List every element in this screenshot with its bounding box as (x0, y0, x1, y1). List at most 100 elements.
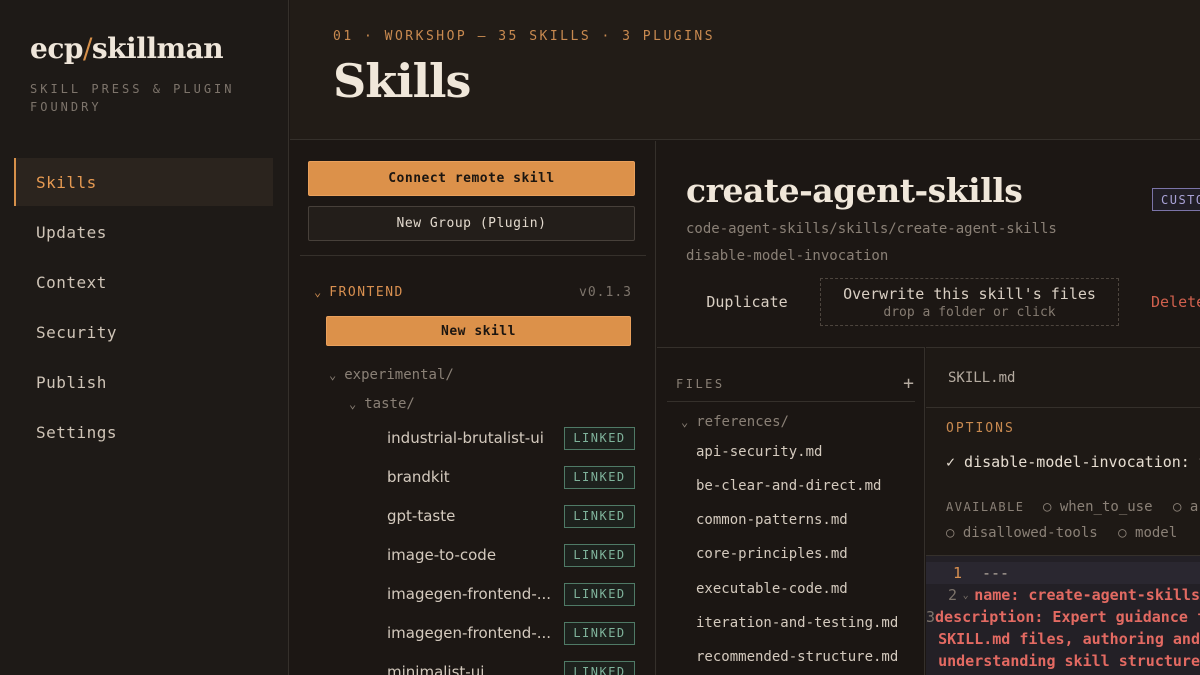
skill-row[interactable]: gpt-taste LINKED (387, 504, 635, 528)
skill-detail-panel: create-agent-skills CUSTOM code-agent-sk… (657, 141, 1200, 675)
skill-row[interactable]: industrial-brutalist-ui LINKED (387, 426, 635, 450)
skill-name: brandkit (387, 468, 450, 486)
skill-name: image-to-code (387, 546, 497, 564)
folder-experimental[interactable]: ⌄ experimental/ (329, 367, 454, 383)
custom-badge: CUSTOM (1152, 188, 1200, 211)
skill-row[interactable]: minimalist-ui LINKED (387, 660, 635, 675)
skill-row[interactable]: brandkit LINKED (387, 465, 635, 489)
code-text: description: Expert guidance for (935, 608, 1200, 626)
code-line: 1 --- (926, 562, 1200, 584)
files-label: FILES (676, 376, 725, 391)
delete-button[interactable]: Delete (1151, 278, 1200, 326)
divider (300, 255, 646, 256)
page-title: Skills (333, 54, 471, 108)
available-label: AVAILABLE (946, 500, 1025, 514)
skill-list-panel: Connect remote skill New Group (Plugin) … (290, 141, 656, 675)
skill-row[interactable]: imagegen-frontend-... LINKED (387, 621, 635, 645)
brand-slash: / (82, 32, 92, 65)
file-item[interactable]: core-principles.md (696, 546, 906, 562)
sidebar-nav: Skills Updates Context Security Publish … (14, 158, 273, 458)
code-line: 2 ⌄ name: create-agent-skills (926, 584, 1200, 606)
nav-item-skills[interactable]: Skills (14, 158, 273, 206)
file-item[interactable]: be-clear-and-direct.md (696, 478, 906, 494)
line-number: 3 (926, 608, 936, 626)
skill-name: minimalist-ui (387, 663, 485, 675)
skill-name: imagegen-frontend-... (387, 585, 552, 603)
skill-name: industrial-brutalist-ui (387, 429, 544, 447)
skill-row[interactable]: imagegen-frontend-... LINKED (387, 582, 635, 606)
brand-left: ecp (30, 32, 83, 65)
available-options: AVAILABLE ○ when_to_use ○ argument-hint (946, 499, 1200, 515)
fold-chevron-icon[interactable]: ⌄ (957, 590, 974, 601)
code-line: understanding skill structure (926, 650, 1200, 672)
files-pane: FILES + ⌄ references/ api-security.md be… (657, 347, 925, 675)
chevron-down-icon: ⌄ (314, 285, 322, 299)
linked-badge: LINKED (564, 582, 635, 606)
skill-title: create-agent-skills (686, 171, 1023, 210)
new-skill-button[interactable]: New skill (326, 316, 631, 346)
folder-references[interactable]: ⌄ references/ (681, 414, 789, 430)
option-chip[interactable]: ○ disallowed-tools (946, 525, 1098, 541)
connect-remote-skill-button[interactable]: Connect remote skill (308, 161, 635, 196)
skill-flag: disable-model-invocation (686, 248, 889, 264)
file-item[interactable]: common-patterns.md (696, 512, 906, 528)
folder-taste[interactable]: ⌄ taste/ (349, 396, 415, 412)
linked-badge: LINKED (564, 504, 635, 528)
nav-item-security[interactable]: Security (14, 308, 273, 356)
editor-tab[interactable]: SKILL.md (926, 348, 1200, 408)
file-item[interactable]: api-security.md (696, 444, 906, 460)
brand-right: skillman (91, 32, 224, 65)
file-item[interactable]: executable-code.md (696, 581, 906, 597)
option-chip[interactable]: ○ when_to_use (1043, 499, 1153, 515)
line-number: 1 (952, 564, 962, 582)
nav-item-settings[interactable]: Settings (14, 408, 273, 456)
code-text: SKILL.md files, authoring and (938, 630, 1200, 648)
folder-label: experimental/ (344, 367, 454, 383)
group-name: FRONTEND (329, 284, 404, 300)
page-header: 01 · WORKSHOP — 35 SKILLS · 3 PLUGINS Sk… (290, 0, 1200, 140)
overwrite-label: Overwrite this skill's files (843, 284, 1096, 303)
options-label: OPTIONS (946, 421, 1015, 436)
divider (667, 401, 915, 402)
add-file-icon[interactable]: + (903, 373, 914, 394)
brand-tagline: SKILL PRESS & PLUGIN FOUNDRY (30, 82, 235, 114)
option-chip[interactable]: ○ argument-hint (1173, 499, 1200, 515)
files-header: FILES + (676, 373, 914, 394)
app-logo[interactable]: ecp/skillman (30, 32, 224, 65)
code-line: SKILL.md files, authoring and (926, 628, 1200, 650)
folder-label: taste/ (364, 396, 415, 412)
linked-badge: LINKED (564, 621, 635, 645)
skill-name: gpt-taste (387, 507, 456, 525)
option-chip[interactable]: ○ model (1118, 525, 1177, 541)
code-editor[interactable]: 1 --- 2 ⌄ name: create-agent-skills 3 de… (926, 555, 1200, 675)
overwrite-hint: drop a folder or click (883, 304, 1056, 320)
linked-badge: LINKED (564, 465, 635, 489)
nav-item-publish[interactable]: Publish (14, 358, 273, 406)
chevron-down-icon: ⌄ (349, 397, 357, 411)
linked-badge: LINKED (564, 660, 635, 675)
folder-label: references/ (696, 414, 789, 430)
group-header-frontend[interactable]: ⌄ FRONTEND v0.1.3 (314, 282, 632, 302)
linked-badge: LINKED (564, 426, 635, 450)
line-number: 2 (947, 586, 957, 604)
overwrite-dropzone[interactable]: Overwrite this skill's files drop a fold… (820, 278, 1119, 326)
code-text: understanding skill structure (938, 652, 1200, 670)
skill-name: imagegen-frontend-... (387, 624, 552, 642)
nav-item-updates[interactable]: Updates (14, 208, 273, 256)
editor-pane: SKILL.md OPTIONS ✓ disable-model-invocat… (926, 347, 1200, 675)
group-version: v0.1.3 (579, 284, 632, 300)
linked-badge: LINKED (564, 543, 635, 567)
chevron-down-icon: ⌄ (681, 415, 689, 429)
option-checked[interactable]: ✓ disable-model-invocation: true (946, 453, 1200, 471)
file-item[interactable]: iteration-and-testing.md (696, 615, 906, 631)
page-eyebrow: 01 · WORKSHOP — 35 SKILLS · 3 PLUGINS (333, 29, 716, 44)
file-item[interactable]: recommended-structure.md (696, 649, 906, 665)
sidebar: ecp/skillman SKILL PRESS & PLUGIN FOUNDR… (0, 0, 289, 675)
code-text: --- (982, 564, 1010, 582)
duplicate-button[interactable]: Duplicate (686, 278, 808, 326)
skill-row[interactable]: image-to-code LINKED (387, 543, 635, 567)
nav-item-context[interactable]: Context (14, 258, 273, 306)
code-line: 3 description: Expert guidance for (926, 606, 1200, 628)
chevron-down-icon: ⌄ (329, 368, 337, 382)
new-group-button[interactable]: New Group (Plugin) (308, 206, 635, 241)
